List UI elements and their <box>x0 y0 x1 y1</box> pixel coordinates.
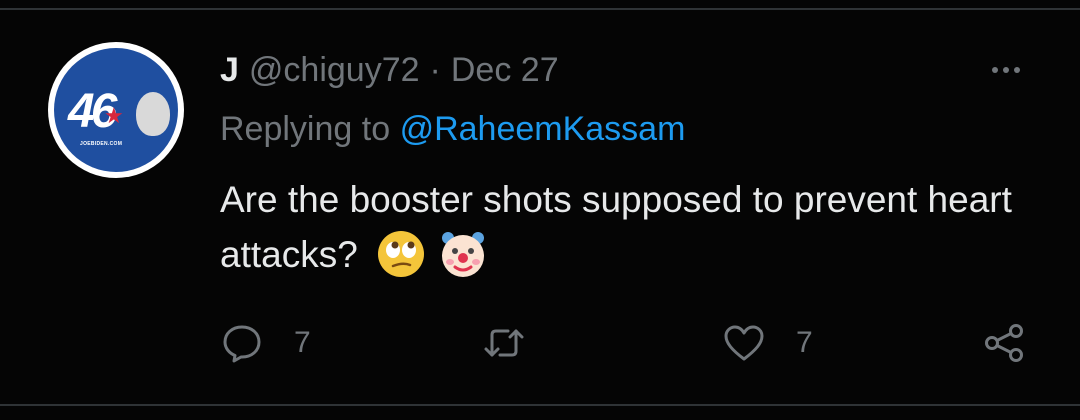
heart-icon <box>724 325 764 361</box>
more-dot-icon <box>1014 67 1020 73</box>
bottom-divider <box>0 404 1080 406</box>
more-dot-icon <box>992 67 998 73</box>
retweet-button[interactable] <box>482 318 556 368</box>
avatar-logo: 46 ★ JOEBIDEN.COM <box>54 48 178 172</box>
avatar[interactable]: 46 ★ JOEBIDEN.COM <box>48 42 184 178</box>
top-divider <box>0 8 1080 10</box>
tweet-date[interactable]: Dec 27 <box>451 51 559 90</box>
replying-to-line: Replying to @RaheemKassam <box>220 110 685 149</box>
avatar-caption: JOEBIDEN.COM <box>80 141 123 147</box>
reply-button[interactable]: 7 <box>220 318 311 368</box>
tweet-card: 46 ★ JOEBIDEN.COM J @chiguy72 · Dec 27 R… <box>0 0 1080 420</box>
display-name[interactable]: J <box>220 51 239 90</box>
handle[interactable]: @chiguy72 <box>249 51 420 90</box>
reply-icon <box>223 325 261 363</box>
reply-mention-link[interactable]: @RaheemKassam <box>400 110 686 148</box>
more-dot-icon <box>1003 67 1009 73</box>
tweet-header: J @chiguy72 · Dec 27 <box>220 50 559 90</box>
avatar-portrait <box>136 92 170 136</box>
star-icon: ★ <box>104 103 124 128</box>
rolling-eyes-emoji-icon <box>378 231 425 277</box>
tweet-text: Are the booster shots supposed to preven… <box>220 172 1050 282</box>
share-button[interactable] <box>982 318 1026 368</box>
tweet-body: Are the booster shots supposed to preven… <box>220 179 1012 275</box>
more-options-button[interactable] <box>984 52 1028 88</box>
separator: · <box>429 50 441 89</box>
like-count: 7 <box>796 326 813 359</box>
reply-count: 7 <box>294 326 311 359</box>
replying-prefix: Replying to <box>220 110 391 148</box>
retweet-icon <box>484 329 524 357</box>
clown-emoji-icon <box>442 232 485 277</box>
share-icon <box>985 324 1023 362</box>
like-button[interactable]: 7 <box>722 318 813 368</box>
